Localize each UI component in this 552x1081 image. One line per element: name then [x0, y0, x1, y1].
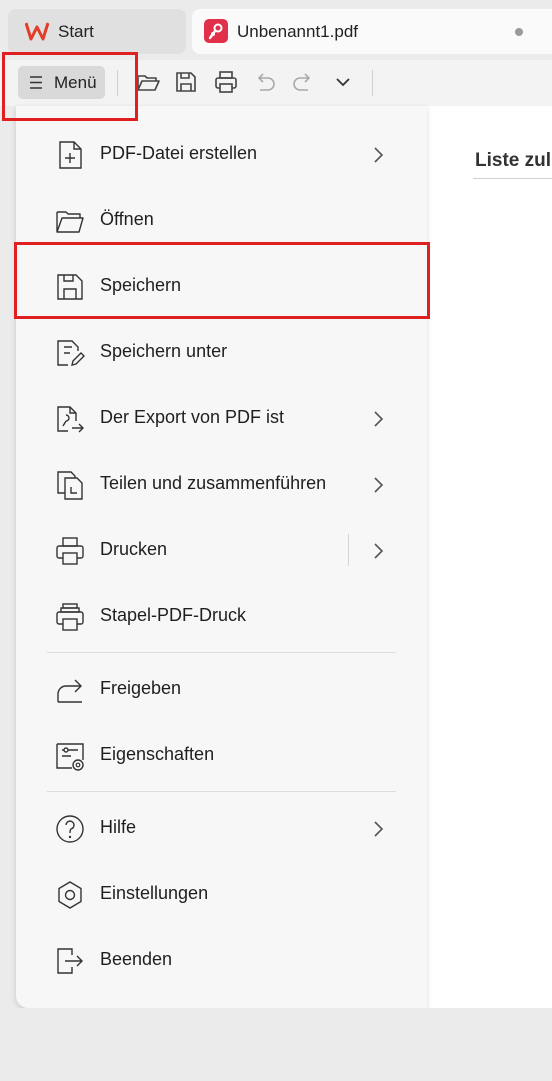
settings-icon: [54, 879, 86, 911]
menu-item-settings[interactable]: Einstellungen: [16, 864, 427, 926]
document-heading: Liste zul: [475, 150, 552, 171]
toolbar-divider: [117, 70, 118, 96]
create-pdf-icon: [54, 139, 86, 171]
file-menu-panel: PDF-Datei erstellen Öffnen Speichern Spe…: [16, 106, 427, 1008]
menu-item-label: Eigenschaften: [100, 744, 215, 764]
open-folder-icon[interactable]: [134, 68, 162, 96]
menu-item-batch-print[interactable]: Stapel-PDF-Druck: [16, 586, 427, 648]
help-icon: [54, 813, 86, 845]
heading-underline: [473, 178, 552, 179]
menu-item-open[interactable]: Öffnen: [16, 190, 427, 252]
menu-item-label: Beenden: [100, 949, 173, 969]
split-merge-icon: [54, 469, 86, 501]
save-as-icon: [54, 337, 86, 369]
hamburger-icon: [30, 76, 42, 89]
window-bottom-area: [16, 1008, 552, 1081]
menu-item-split-merge[interactable]: Teilen und zusammenführen: [16, 454, 427, 516]
menu-divider: [47, 791, 396, 792]
menu-item-print[interactable]: Drucken: [16, 520, 427, 582]
pdf-file-icon: [204, 19, 228, 43]
toolbar-divider: [372, 70, 373, 96]
chevron-right-icon: [374, 477, 384, 493]
chevron-right-icon[interactable]: [368, 540, 388, 562]
menu-item-export-pdf[interactable]: Der Export von PDF ist: [16, 388, 427, 450]
tab-start[interactable]: Start: [8, 9, 186, 54]
menu-button-label: Menü: [54, 73, 97, 92]
menu-item-label: Der Export von PDF ist: [100, 407, 285, 427]
menu-item-label: Drucken: [100, 539, 168, 559]
quick-toolbar: Menü: [0, 60, 552, 106]
unsaved-indicator-icon: [515, 28, 523, 36]
save-icon: [54, 271, 86, 303]
menu-item-label: Stapel-PDF-Druck: [100, 605, 247, 625]
wps-logo-icon: [25, 22, 49, 41]
menu-item-label: Einstellungen: [100, 883, 209, 903]
more-chevron-down-icon[interactable]: [329, 68, 357, 96]
redo-icon[interactable]: [289, 68, 317, 96]
split-button-divider: [348, 534, 349, 566]
menu-item-label: Teilen und zusammenführen: [100, 473, 327, 493]
menu-item-label: Freigeben: [100, 678, 182, 698]
chevron-right-icon: [374, 147, 384, 163]
save-toolbar-icon[interactable]: [172, 68, 200, 96]
menu-item-help[interactable]: Hilfe: [16, 798, 427, 860]
menu-item-exit[interactable]: Beenden: [16, 930, 427, 992]
document-canvas[interactable]: Liste zul: [427, 106, 552, 1008]
tab-document[interactable]: Unbenannt1.pdf: [192, 9, 552, 54]
menu-item-label: PDF-Datei erstellen: [100, 143, 258, 163]
batch-print-icon: [54, 601, 86, 633]
properties-icon: [54, 740, 86, 772]
menu-item-label: Öffnen: [100, 209, 154, 229]
menu-divider: [47, 652, 396, 653]
menu-button[interactable]: Menü: [18, 66, 105, 99]
menu-item-label: Hilfe: [100, 817, 137, 837]
menu-item-properties[interactable]: Eigenschaften: [16, 725, 427, 787]
chevron-right-icon: [374, 411, 384, 427]
menu-item-label: Speichern unter: [100, 341, 228, 361]
menu-item-save[interactable]: Speichern: [16, 256, 427, 318]
menu-item-create-pdf[interactable]: PDF-Datei erstellen: [16, 124, 427, 186]
menu-item-share[interactable]: Freigeben: [16, 659, 427, 721]
print-toolbar-icon[interactable]: [212, 68, 240, 96]
tab-bar: Start Unbenannt1.pdf: [0, 0, 552, 60]
menu-item-label: Speichern: [100, 275, 182, 295]
export-pdf-icon: [54, 403, 86, 435]
undo-icon[interactable]: [251, 68, 279, 96]
exit-icon: [54, 945, 86, 977]
tab-document-label: Unbenannt1.pdf: [237, 22, 358, 41]
share-icon: [54, 674, 86, 706]
tab-start-label: Start: [58, 22, 94, 41]
menu-item-save-as[interactable]: Speichern unter: [16, 322, 427, 384]
printer-icon: [54, 535, 86, 567]
chevron-right-icon: [374, 821, 384, 837]
folder-open-icon: [54, 205, 86, 237]
